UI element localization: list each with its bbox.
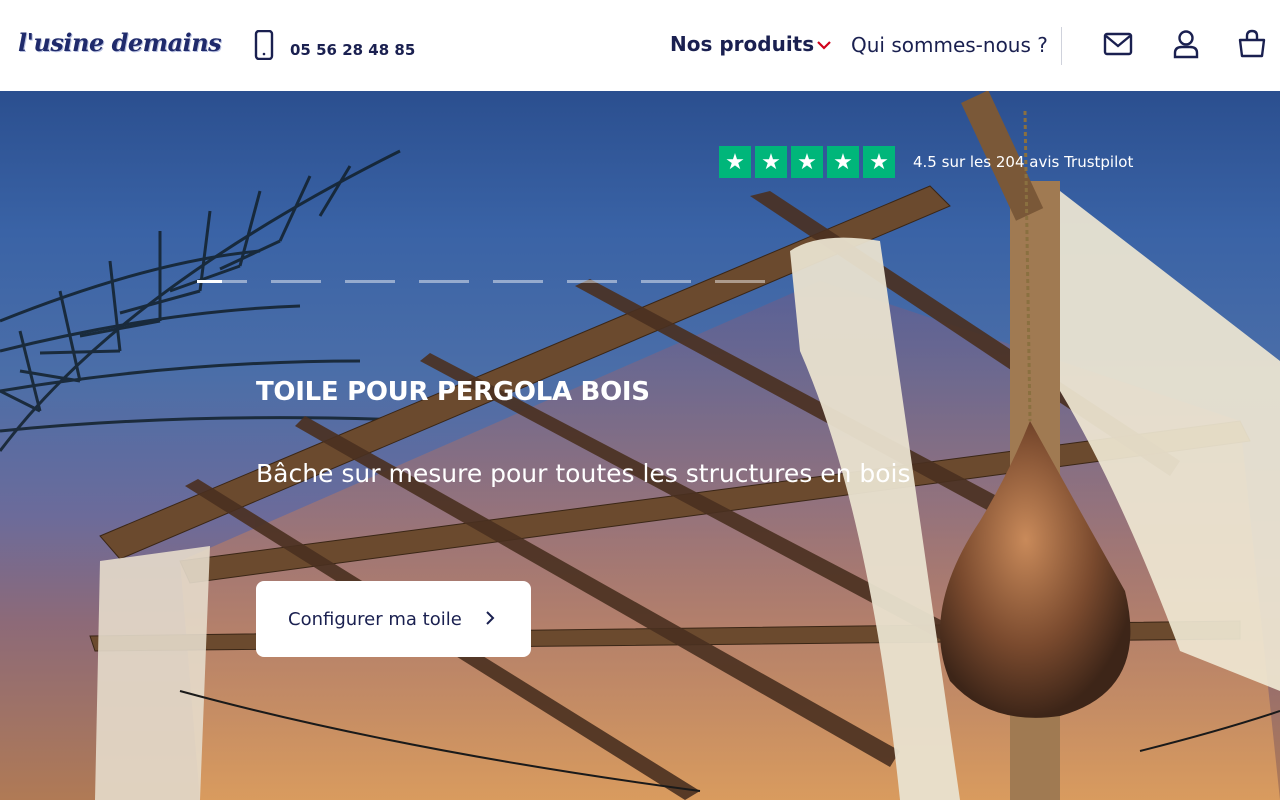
slide-dot-7[interactable] [641, 280, 691, 283]
phone-contact[interactable]: 05 56 28 48 85 [254, 30, 415, 60]
nav-divider [1061, 27, 1062, 65]
slide-dot-6[interactable] [567, 280, 617, 283]
star-icon: ★ [791, 146, 823, 178]
star-icon: ★ [863, 146, 895, 178]
slider-pagination [197, 280, 789, 283]
chevron-right-icon [486, 611, 495, 625]
nav-produits[interactable]: Nos produits [670, 32, 814, 56]
star-icon: ★ [827, 146, 859, 178]
user-icon[interactable] [1170, 28, 1202, 60]
mail-icon[interactable] [1102, 28, 1134, 60]
slide-dot-5[interactable] [493, 280, 543, 283]
hero-background-image [0, 91, 1280, 800]
star-icon: ★ [719, 146, 751, 178]
slide-dot-1[interactable] [197, 280, 247, 283]
hero-subtitle: Bâche sur mesure pour toutes les structu… [256, 459, 911, 488]
smartphone-icon [254, 30, 274, 60]
site-header: l'usine demains 05 56 28 48 85 Nos produ… [0, 0, 1280, 91]
phone-number[interactable]: 05 56 28 48 85 [290, 41, 415, 59]
chevron-down-icon[interactable] [816, 38, 832, 52]
slide-dot-8[interactable] [715, 280, 765, 283]
hero-title: TOILE POUR PERGOLA BOIS [256, 377, 650, 407]
site-logo[interactable]: l'usine demains [18, 28, 222, 57]
configure-button[interactable]: Configurer ma toile [256, 581, 531, 657]
hero-banner: ★ ★ ★ ★ ★ 4.5 sur les 204 avis Trustpilo… [0, 91, 1280, 800]
configure-button-label: Configurer ma toile [288, 608, 462, 630]
shopping-bag-icon[interactable] [1236, 28, 1268, 60]
nav-qui-sommes-nous[interactable]: Qui sommes-nous ? [851, 33, 1048, 57]
slide-dot-2[interactable] [271, 280, 321, 283]
trustpilot-rating[interactable]: ★ ★ ★ ★ ★ 4.5 sur les 204 avis Trustpilo… [719, 146, 1133, 178]
slide-dot-4[interactable] [419, 280, 469, 283]
trustpilot-text[interactable]: 4.5 sur les 204 avis Trustpilot [913, 153, 1133, 171]
star-icon: ★ [755, 146, 787, 178]
slide-dot-3[interactable] [345, 280, 395, 283]
